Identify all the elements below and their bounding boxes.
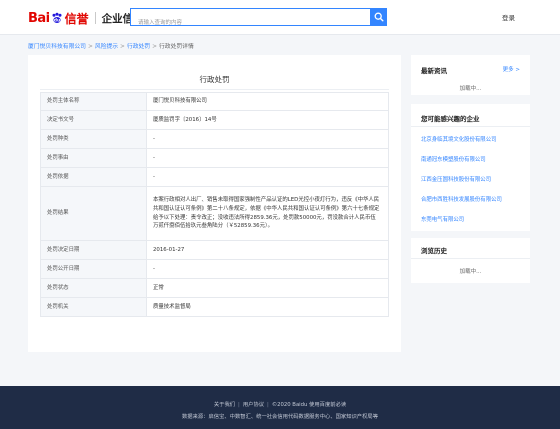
row-label-type: 处罚种类 <box>40 129 147 149</box>
row-label-decision-date: 处罚决定日期 <box>40 240 147 260</box>
logo-xinyu-text: 信誉 <box>64 11 89 26</box>
footer-links-row: 关于我们 | 用户协议 | ©2020 Baidu 使用百度前必读 <box>0 400 560 408</box>
row-value-basis: - <box>146 167 389 187</box>
row-label-authority: 处罚机关 <box>40 297 147 317</box>
row-value-reason: - <box>146 148 389 168</box>
search-box <box>130 8 387 31</box>
logo-bai-text: Bai <box>28 10 50 26</box>
penalty-detail-table: 处罚主体名称 厦门悦贝科技有限公司 决定书文号 厦质监罚字〔2016〕14号 处… <box>40 92 389 317</box>
news-title: 最新资讯 <box>421 67 447 75</box>
row-label-result: 处罚结果 <box>40 186 147 241</box>
related-company-item[interactable]: 合肥市西胜科技发展股份有限公司 <box>421 195 502 203</box>
breadcrumb-penalty[interactable]: 行政处罚 <box>127 44 150 50</box>
row-value-subject: 厦门悦贝科技有限公司 <box>146 92 389 111</box>
table-row: 处罚决定日期 2016-01-27 <box>40 240 389 260</box>
row-label-reason: 处罚事由 <box>40 148 147 168</box>
related-company-item[interactable]: 江西金压圆科技股份有限公司 <box>421 175 491 183</box>
row-value-doc-no: 厦质监罚字〔2016〕14号 <box>146 110 389 130</box>
login-link[interactable]: 登录 <box>502 12 515 22</box>
table-row: 处罚事由 - <box>40 148 389 168</box>
penalty-detail-panel: 行政处罚 处罚主体名称 厦门悦贝科技有限公司 决定书文号 厦质监罚字〔2016〕… <box>28 55 401 352</box>
search-button[interactable] <box>370 8 387 26</box>
row-value-type: - <box>146 129 389 149</box>
footer-separator: | <box>238 402 240 408</box>
page-title: 行政处罚 <box>199 75 230 84</box>
history-divider <box>411 258 530 259</box>
footer-copyright: ©2020 Baidu 使用百度前必读 <box>271 402 347 408</box>
page-footer: 关于我们 | 用户协议 | ©2020 Baidu 使用百度前必读 数据来源：启信宝、中… <box>0 386 560 429</box>
related-companies-card: 您可能感兴趣的企业 北京身临其境文化股份有限公司 南通冠东模塑股份有限公司 江西… <box>411 104 530 231</box>
row-label-status: 处罚状态 <box>40 278 147 298</box>
footer-agreement-link[interactable]: 用户协议 <box>243 402 264 408</box>
breadcrumb-current: 行政处罚详情 <box>158 44 194 50</box>
history-title: 浏览历史 <box>421 247 447 255</box>
breadcrumb-separator: > <box>152 44 157 50</box>
footer-data-sources: 数据来源：启信宝、中数智汇、统一社会信用代码数据服务中心、国家知识产权局等 <box>182 414 378 420</box>
news-loading: 加载中... <box>459 86 482 92</box>
browse-history-card: 浏览历史 加载中... <box>411 238 530 283</box>
news-more-link[interactable]: 更多 > <box>503 65 520 73</box>
search-input[interactable] <box>131 15 369 31</box>
related-company-item[interactable]: 东莞电气有限公司 <box>421 215 464 223</box>
breadcrumb-separator: > <box>120 44 125 50</box>
top-header: Bai du 信誉 企业信用 登录 <box>0 0 560 35</box>
row-label-basis: 处罚依据 <box>40 167 147 187</box>
breadcrumb-separator: > <box>87 44 93 50</box>
latest-news-card: 最新资讯 更多 > 加载中... <box>411 55 530 95</box>
table-row: 处罚依据 - <box>40 167 389 187</box>
breadcrumb-company[interactable]: 厦门悦贝科技有限公司 <box>28 44 86 50</box>
row-label-publish-date: 处罚公开日期 <box>40 259 147 279</box>
table-row: 处罚种类 - <box>40 129 389 149</box>
table-row: 处罚状态 正常 <box>40 278 389 298</box>
table-row: 处罚结果 本案行政相对人出厂、销售未取得国家强制性产品认证的LED光控小夜灯行为… <box>40 186 389 241</box>
title-divider <box>40 89 389 90</box>
row-value-publish-date: - <box>146 259 389 279</box>
related-company-item[interactable]: 北京身临其境文化股份有限公司 <box>421 135 496 143</box>
logo-divider <box>94 12 96 24</box>
footer-separator: | <box>267 402 269 408</box>
row-value-result: 本案行政相对人出厂、销售未取得国家强制性产品认证的LED光控小夜灯行为，违反《中… <box>146 186 389 241</box>
related-company-item[interactable]: 南通冠东模塑股份有限公司 <box>421 155 486 163</box>
table-row: 处罚公开日期 - <box>40 259 389 279</box>
search-icon <box>374 12 384 22</box>
table-row: 决定书文号 厦质监罚字〔2016〕14号 <box>40 110 389 130</box>
history-loading: 加载中... <box>459 269 482 275</box>
row-value-decision-date: 2016-01-27 <box>146 240 389 260</box>
table-row: 处罚机关 质量技术监督局 <box>40 297 389 317</box>
row-label-doc-no: 决定书文号 <box>40 110 147 130</box>
footer-about-link[interactable]: 关于我们 <box>214 402 235 408</box>
related-title: 您可能感兴趣的企业 <box>421 115 480 123</box>
baidu-xinyu-logo[interactable]: Bai du 信誉 企业信用 <box>28 9 144 27</box>
svg-text:du: du <box>53 18 59 24</box>
row-value-status: 正常 <box>146 278 389 298</box>
related-divider <box>411 126 530 127</box>
baidu-paw-icon: du <box>51 12 63 24</box>
breadcrumb: 厦门悦贝科技有限公司 > 风险提示 > 行政处罚 > 行政处罚详情 <box>28 41 194 50</box>
table-row: 处罚主体名称 厦门悦贝科技有限公司 <box>40 92 389 111</box>
row-value-authority: 质量技术监督局 <box>146 297 389 317</box>
row-label-subject: 处罚主体名称 <box>40 92 147 111</box>
breadcrumb-risk[interactable]: 风险提示 <box>95 44 118 50</box>
